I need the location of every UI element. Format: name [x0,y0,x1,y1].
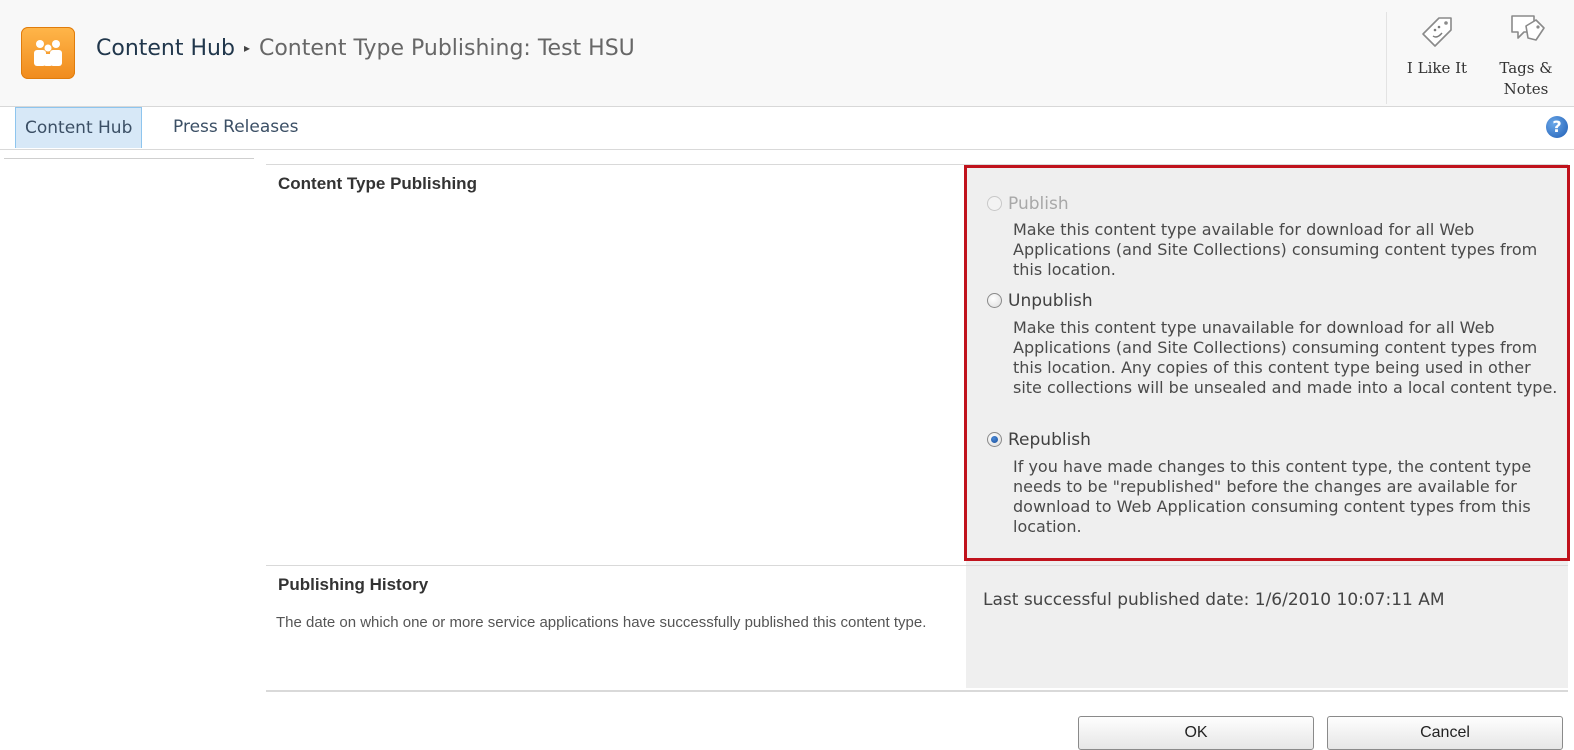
nav-item-press-releases[interactable]: Press Releases [164,107,307,147]
tags-notes-button[interactable]: Tags & Notes [1487,12,1565,100]
top-nav: Content Hub Press Releases [0,107,1574,150]
publishing-history-title: Publishing History [278,575,429,594]
nav-item-content-hub[interactable]: Content Hub [15,107,143,148]
tags-notes-label: Tags & Notes [1499,59,1553,98]
section-divider [266,565,1568,566]
publishing-history-description: The date on which one or more service ap… [276,614,927,631]
tag-smiley-icon [1398,12,1476,54]
last-published-date: Last successful published date: 1/6/2010… [983,590,1445,610]
breadcrumb: Content Hub ▸ Content Type Publishing: Tes… [96,36,635,61]
i-like-it-label: I Like It [1406,59,1468,77]
content-type-publishing-title: Content Type Publishing [278,174,477,193]
tags-notes-icon [1487,12,1565,54]
title-bar: Content Hub ▸ Content Type Publishing: Tes… [0,0,1574,107]
bottom-divider [266,690,1568,692]
cancel-button[interactable]: Cancel [1327,716,1563,750]
breadcrumb-site-link[interactable]: Content Hub [96,36,235,61]
breadcrumb-separator-icon: ▸ [243,41,250,55]
page-title: Content Type Publishing: Test HSU [258,36,635,61]
ok-button[interactable]: OK [1078,716,1314,750]
site-logo-icon[interactable] [21,27,75,79]
social-divider [1386,12,1387,104]
i-like-it-button[interactable]: I Like It [1398,12,1476,79]
left-nav-divider [4,158,254,159]
highlight-box [964,165,1570,561]
help-icon[interactable]: ? [1546,116,1568,138]
